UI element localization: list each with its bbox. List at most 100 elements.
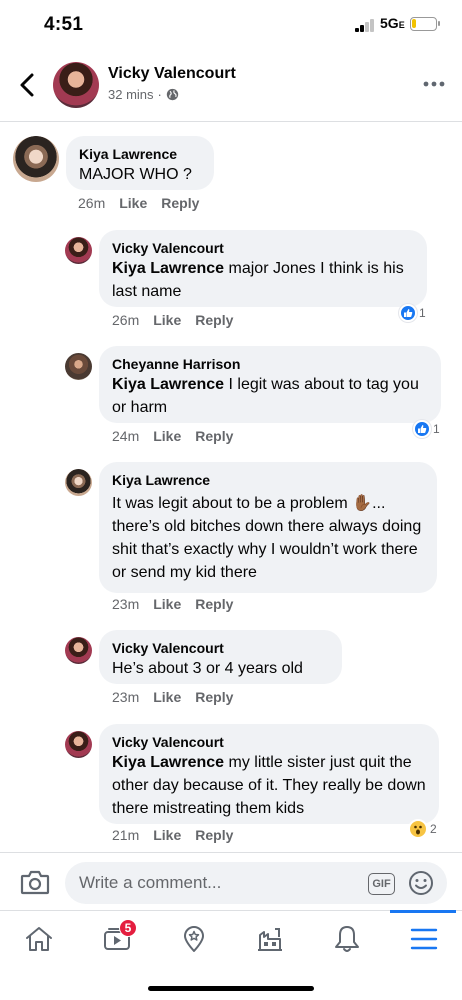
- comment-actions: 23m Like Reply: [112, 689, 233, 705]
- meta-separator: ·: [157, 87, 162, 102]
- status-bar: 4:51 5GE: [0, 0, 462, 50]
- more-icon: [423, 81, 445, 87]
- comment: Kiya Lawrence MAJOR WHO ? 26m Like Reply: [0, 122, 462, 222]
- reply-button[interactable]: Reply: [195, 689, 233, 705]
- reaction-count[interactable]: 2: [408, 819, 437, 839]
- tagged-user[interactable]: Kiya Lawrence: [112, 260, 224, 277]
- gif-button[interactable]: GIF: [368, 873, 395, 895]
- status-time: 4:51: [44, 14, 84, 35]
- comment-text: He’s about 3 or 4 years old: [112, 660, 303, 677]
- comment-time[interactable]: 26m: [112, 312, 139, 328]
- tab-pages[interactable]: [172, 919, 216, 959]
- reaction-total: 1: [419, 306, 426, 320]
- post-header: Vicky Valencourt 32 mins ·: [0, 50, 462, 122]
- comment-time[interactable]: 23m: [112, 596, 139, 612]
- reaction-total: 2: [430, 822, 437, 836]
- marketplace-icon: [258, 928, 282, 951]
- battery-icon: [410, 17, 440, 31]
- comment-time[interactable]: 21m: [112, 827, 139, 843]
- author-name[interactable]: Vicky Valencourt: [108, 65, 236, 83]
- comment-time[interactable]: 26m: [78, 195, 105, 211]
- tab-home[interactable]: [17, 919, 61, 959]
- camera-button[interactable]: [20, 869, 50, 895]
- commenter-avatar[interactable]: [65, 353, 92, 380]
- comment-actions: 26m Like Reply: [112, 312, 233, 328]
- notification-badge: 5: [119, 919, 137, 937]
- comment-author[interactable]: Vicky Valencourt: [112, 733, 426, 751]
- author-avatar[interactable]: [53, 62, 99, 108]
- comment-actions: 24m Like Reply: [112, 428, 233, 444]
- comment-author[interactable]: Kiya Lawrence: [112, 471, 424, 489]
- like-button[interactable]: Like: [153, 596, 181, 612]
- commenter-avatar[interactable]: [13, 136, 59, 182]
- chevron-left-icon: [20, 73, 34, 97]
- comment-author[interactable]: Cheyanne Harrison: [112, 355, 428, 373]
- like-reaction-icon: [413, 420, 431, 438]
- active-tab-indicator: [390, 910, 456, 913]
- comment-text: Kiya Lawrence major Jones I think is his…: [112, 257, 414, 303]
- like-button[interactable]: Like: [153, 312, 181, 328]
- comment-time[interactable]: 23m: [112, 689, 139, 705]
- network-indicator: 5GE: [380, 15, 405, 31]
- comment-actions: 23m Like Reply: [112, 596, 233, 612]
- smiley-icon: [409, 871, 433, 895]
- tab-watch[interactable]: 5: [95, 919, 139, 959]
- tagged-user[interactable]: Kiya Lawrence: [112, 754, 224, 771]
- reply-button[interactable]: Reply: [161, 195, 199, 211]
- reaction-count[interactable]: 1: [399, 304, 426, 322]
- comment-reply: Kiya Lawrence It was legit about to be a…: [0, 459, 462, 624]
- comment-reply: Vicky Valencourt Kiya Lawrence major Jon…: [0, 227, 462, 339]
- reply-button[interactable]: Reply: [195, 827, 233, 843]
- like-button[interactable]: Like: [153, 827, 181, 843]
- signal-icon: [355, 19, 377, 32]
- camera-icon: [20, 870, 50, 895]
- tab-menu[interactable]: [402, 919, 446, 959]
- reaction-count[interactable]: 1: [413, 420, 440, 438]
- commenter-avatar[interactable]: [65, 237, 92, 264]
- reaction-total: 1: [433, 422, 440, 436]
- comment-bubble[interactable]: Kiya Lawrence MAJOR WHO ?: [66, 136, 214, 190]
- comment-bubble[interactable]: Cheyanne Harrison Kiya Lawrence I legit …: [99, 346, 441, 423]
- reply-button[interactable]: Reply: [195, 428, 233, 444]
- emoji-button[interactable]: [408, 870, 434, 896]
- wow-reaction-icon: [408, 819, 428, 839]
- comment-bubble[interactable]: Kiya Lawrence It was legit about to be a…: [99, 462, 437, 593]
- comment-author[interactable]: Vicky Valencourt: [112, 239, 414, 257]
- comments-list: Kiya Lawrence MAJOR WHO ? 26m Like Reply…: [0, 122, 462, 852]
- bottom-tab-bar: 5: [0, 910, 462, 966]
- tab-marketplace[interactable]: [248, 919, 292, 959]
- tab-notifications[interactable]: [325, 919, 369, 959]
- commenter-avatar[interactable]: [65, 637, 92, 664]
- tagged-user[interactable]: Kiya Lawrence: [112, 376, 224, 393]
- like-reaction-icon: [399, 304, 417, 322]
- comment-author[interactable]: Vicky Valencourt: [112, 639, 329, 657]
- comment-reply: Cheyanne Harrison Kiya Lawrence I legit …: [0, 343, 462, 455]
- comment-bubble[interactable]: Vicky Valencourt Kiya Lawrence my little…: [99, 724, 439, 824]
- globe-icon: [166, 88, 179, 101]
- home-icon: [26, 927, 52, 951]
- pages-icon: [184, 926, 204, 952]
- comment-reply: Vicky Valencourt Kiya Lawrence my little…: [0, 721, 462, 852]
- comment-actions: 21m Like Reply: [112, 827, 233, 843]
- comment-bubble[interactable]: Vicky Valencourt He’s about 3 or 4 years…: [99, 630, 342, 684]
- like-button[interactable]: Like: [153, 428, 181, 444]
- reply-button[interactable]: Reply: [195, 596, 233, 612]
- comment-bubble[interactable]: Vicky Valencourt Kiya Lawrence major Jon…: [99, 230, 427, 307]
- comment-time[interactable]: 24m: [112, 428, 139, 444]
- commenter-avatar[interactable]: [65, 469, 92, 496]
- comment-composer: GIF: [0, 852, 462, 910]
- like-button[interactable]: Like: [153, 689, 181, 705]
- comment-text: Kiya Lawrence my little sister just quit…: [112, 751, 426, 820]
- menu-icon: [410, 928, 438, 950]
- commenter-avatar[interactable]: [65, 731, 92, 758]
- post-time[interactable]: 32 mins: [108, 87, 154, 102]
- home-indicator: [148, 986, 314, 991]
- more-options-button[interactable]: [422, 74, 446, 94]
- comment-reply: Vicky Valencourt He’s about 3 or 4 years…: [0, 627, 462, 717]
- comment-actions: 26m Like Reply: [78, 195, 199, 211]
- like-button[interactable]: Like: [119, 195, 147, 211]
- post-meta: 32 mins ·: [108, 87, 179, 102]
- reply-button[interactable]: Reply: [195, 312, 233, 328]
- comment-author[interactable]: Kiya Lawrence: [79, 145, 201, 163]
- back-button[interactable]: [14, 70, 42, 100]
